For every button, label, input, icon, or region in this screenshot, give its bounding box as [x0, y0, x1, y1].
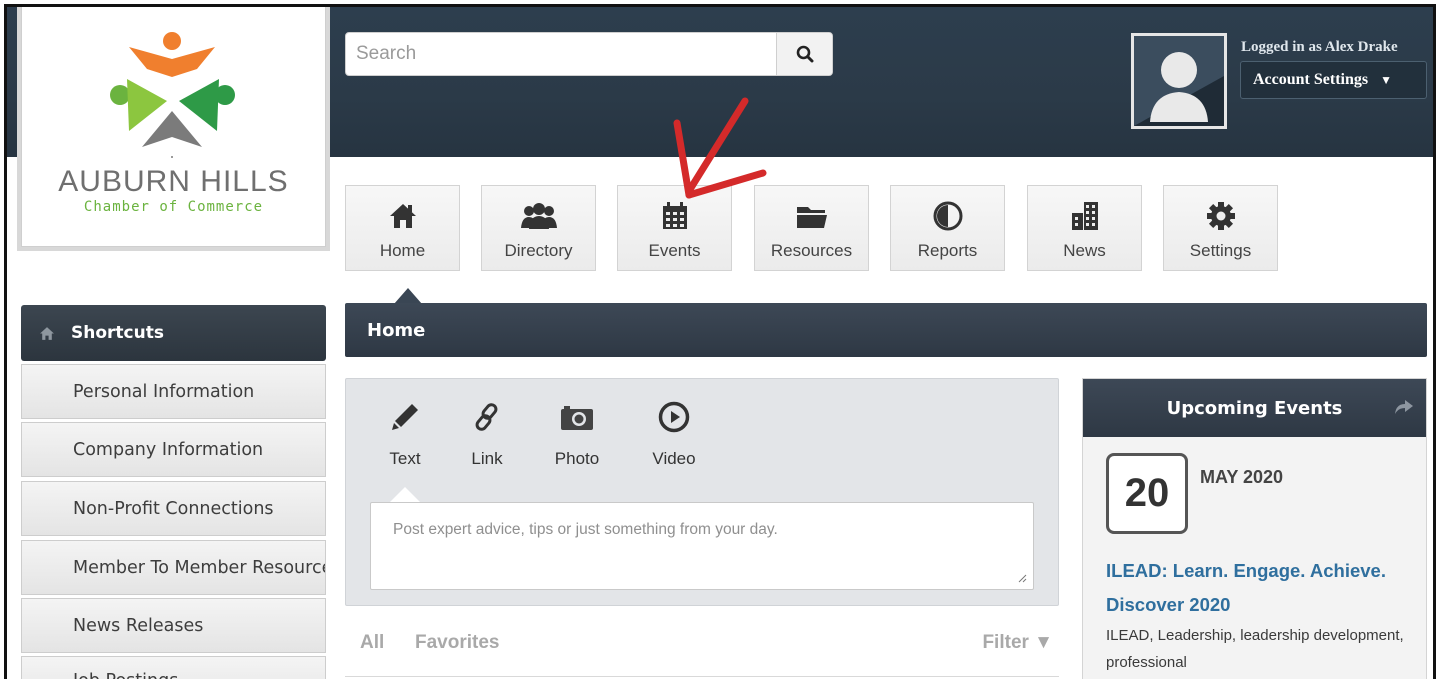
post-type-label: Video [652, 449, 696, 468]
logo[interactable]: AUBURN HILLS Chamber of Commerce [21, 7, 326, 247]
camera-icon [561, 406, 593, 430]
app-frame: AUBURN HILLS Chamber of Commerce Logged … [4, 4, 1436, 679]
nav-reports-label: Reports [917, 241, 978, 260]
nav-events-label: Events [648, 241, 701, 260]
search-icon [796, 45, 813, 63]
user-icon [1134, 52, 1224, 126]
link-icon [475, 403, 498, 431]
filter-favorites-tab[interactable]: Favorites [415, 632, 499, 654]
logo-title: AUBURN HILLS [58, 165, 289, 198]
post-type-video[interactable]: Video [634, 399, 714, 469]
nav-news[interactable]: News [1027, 185, 1142, 271]
nav-settings[interactable]: Settings [1163, 185, 1278, 271]
post-type-text[interactable]: Text [365, 399, 445, 469]
sidebar-item-member-resources[interactable]: Member To Member Resources [21, 540, 326, 595]
post-type-label: Photo [554, 449, 600, 468]
section-title: Home [367, 319, 426, 341]
chamber-logo-icon [110, 32, 235, 158]
upcoming-events-panel: Upcoming Events 20 MAY 2020 ILEAD: Learn… [1082, 378, 1427, 679]
sidebar-item-label: Company Information [73, 439, 264, 460]
search-bar [345, 32, 833, 76]
sidebar-item-job-postings[interactable]: Job Postings [21, 656, 326, 679]
post-type-label: Link [471, 449, 503, 468]
nav-active-pointer [394, 288, 422, 304]
sidebar-item-label: Non-Profit Connections [73, 498, 274, 519]
sidebar-item-company-information[interactable]: Company Information [21, 422, 326, 477]
home-icon [40, 326, 54, 340]
nav-news-label: News [1063, 241, 1106, 260]
nav-reports[interactable]: Reports [890, 185, 1005, 271]
sidebar-item-label: News Releases [73, 615, 204, 636]
nav-resources-label: Resources [770, 241, 853, 260]
nav-directory[interactable]: Directory [481, 185, 596, 271]
post-type-label: Text [389, 449, 421, 468]
building-icon [1071, 202, 1098, 230]
event-tags: ILEAD, Leadership, leadership developmen… [1106, 627, 1404, 671]
section-title-bar: Home [345, 303, 1427, 357]
avatar[interactable] [1131, 33, 1227, 129]
event-date-month: MAY 2020 [1200, 467, 1284, 487]
search-input[interactable] [346, 33, 776, 75]
upcoming-events-header: Upcoming Events [1083, 379, 1426, 437]
nav-directory-label: Directory [504, 241, 573, 260]
sidebar-item-label: Member To Member Resources [73, 557, 326, 578]
sidebar-item-personal-information[interactable]: Personal Information [21, 364, 326, 419]
nav-home[interactable]: Home [345, 185, 460, 271]
share-arrow-icon[interactable] [1394, 399, 1414, 415]
filter-all-tab[interactable]: All [360, 632, 384, 654]
event-date-day: 20 [1106, 453, 1188, 534]
filter-dropdown[interactable]: Filter ▼ [982, 632, 1053, 654]
account-settings-label: Account Settings [1253, 71, 1369, 88]
post-composer: Text Link Photo Video [345, 378, 1059, 606]
play-icon [658, 401, 690, 433]
pie-chart-icon [933, 201, 962, 231]
feed-filter-row: All Favorites Filter ▼ [345, 627, 1059, 677]
nav-settings-label: Settings [1189, 241, 1252, 260]
post-textarea[interactable] [371, 503, 1033, 589]
upcoming-events-title: Upcoming Events [1166, 397, 1343, 419]
shortcuts-header[interactable]: Shortcuts [21, 305, 326, 361]
shortcuts-header-label: Shortcuts [71, 323, 164, 343]
people-icon [520, 203, 557, 229]
resize-handle-icon[interactable] [1017, 573, 1027, 583]
pencil-icon [392, 404, 418, 430]
search-button[interactable] [776, 33, 832, 75]
nav-home-label: Home [379, 241, 426, 260]
logged-in-label: Logged in as Alex Drake [1241, 39, 1398, 55]
logo-subtitle: Chamber of Commerce [83, 199, 264, 215]
post-type-link[interactable]: Link [447, 399, 527, 469]
nav-resources[interactable]: Resources [754, 185, 869, 271]
home-icon [389, 204, 416, 228]
post-textarea-wrap [370, 502, 1034, 590]
sidebar-item-label: Job Postings [73, 671, 178, 679]
event-title-link[interactable]: ILEAD: Learn. Engage. Achieve. Discover … [1106, 554, 1416, 622]
post-box-pointer [390, 487, 420, 502]
folder-icon [796, 207, 827, 228]
sidebar-item-news-releases[interactable]: News Releases [21, 598, 326, 653]
gear-icon [1206, 202, 1235, 230]
annotation-arrow-icon [673, 97, 767, 199]
post-type-photo[interactable]: Photo [537, 399, 617, 469]
caret-down-icon: ▼ [1380, 72, 1392, 87]
sidebar-item-non-profit-connections[interactable]: Non-Profit Connections [21, 481, 326, 536]
account-settings-button[interactable]: Account Settings ▼ [1240, 61, 1427, 99]
sidebar-item-label: Personal Information [73, 381, 255, 402]
